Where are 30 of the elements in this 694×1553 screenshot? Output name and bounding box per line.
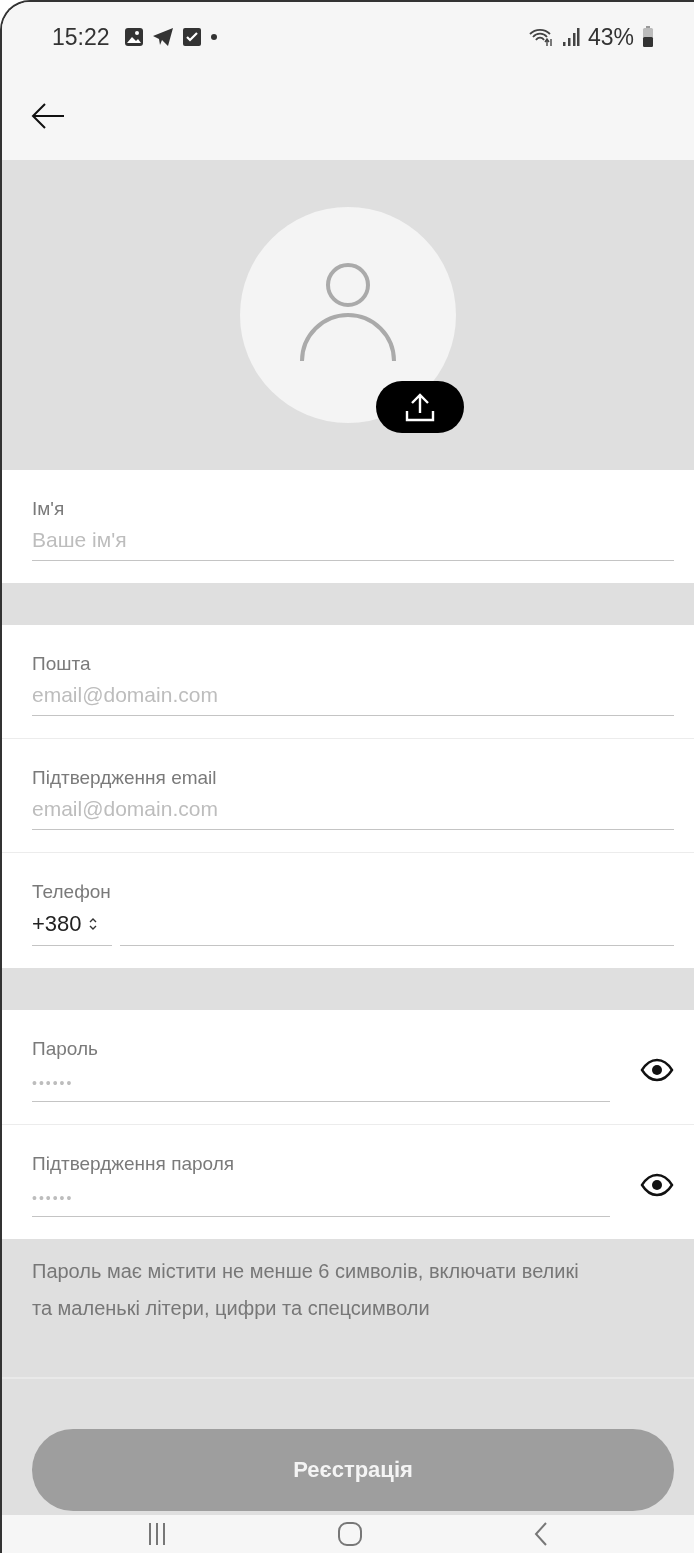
field-label: Пароль <box>32 1038 99 1060</box>
field-label: Пошта <box>32 653 92 675</box>
input-field[interactable]: email@domain.com <box>32 795 674 830</box>
battery-percent: 43% <box>587 23 634 51</box>
back-icon[interactable] <box>30 102 66 130</box>
dot-icon <box>209 33 218 41</box>
upload-icon <box>404 391 436 423</box>
sort-arrows-icon <box>87 916 98 932</box>
signal-icon <box>561 27 580 47</box>
wifi-icon <box>527 27 554 47</box>
field-label: Підтвердження email <box>32 767 218 789</box>
battery-icon <box>642 26 654 48</box>
field-label: Телефон <box>32 881 112 903</box>
paper-plane-icon <box>151 27 174 47</box>
home-icon[interactable] <box>337 1521 363 1547</box>
status-time: 15:22 <box>52 23 110 51</box>
field-label: Ім'я <box>32 498 66 520</box>
recent-apps-icon[interactable] <box>147 1521 167 1547</box>
country-code-select[interactable]: +380 <box>32 909 112 946</box>
field-label: Підтвердження пароля <box>32 1153 236 1175</box>
password-input[interactable]: •••••• <box>32 1181 610 1217</box>
input-field[interactable]: email@domain.com <box>32 681 674 716</box>
eye-icon[interactable] <box>640 1173 674 1197</box>
password-hint: Пароль має містити не менше 6 символів, включати великі та маленькі літери, цифри та спецсимволи <box>32 1259 580 1321</box>
password-input[interactable]: •••••• <box>32 1066 610 1102</box>
eye-icon[interactable] <box>640 1058 674 1082</box>
upload-button[interactable] <box>376 381 464 433</box>
image-icon <box>123 27 144 47</box>
input-field[interactable]: Ваше ім'я <box>32 526 674 561</box>
checkbox-icon <box>181 27 202 47</box>
